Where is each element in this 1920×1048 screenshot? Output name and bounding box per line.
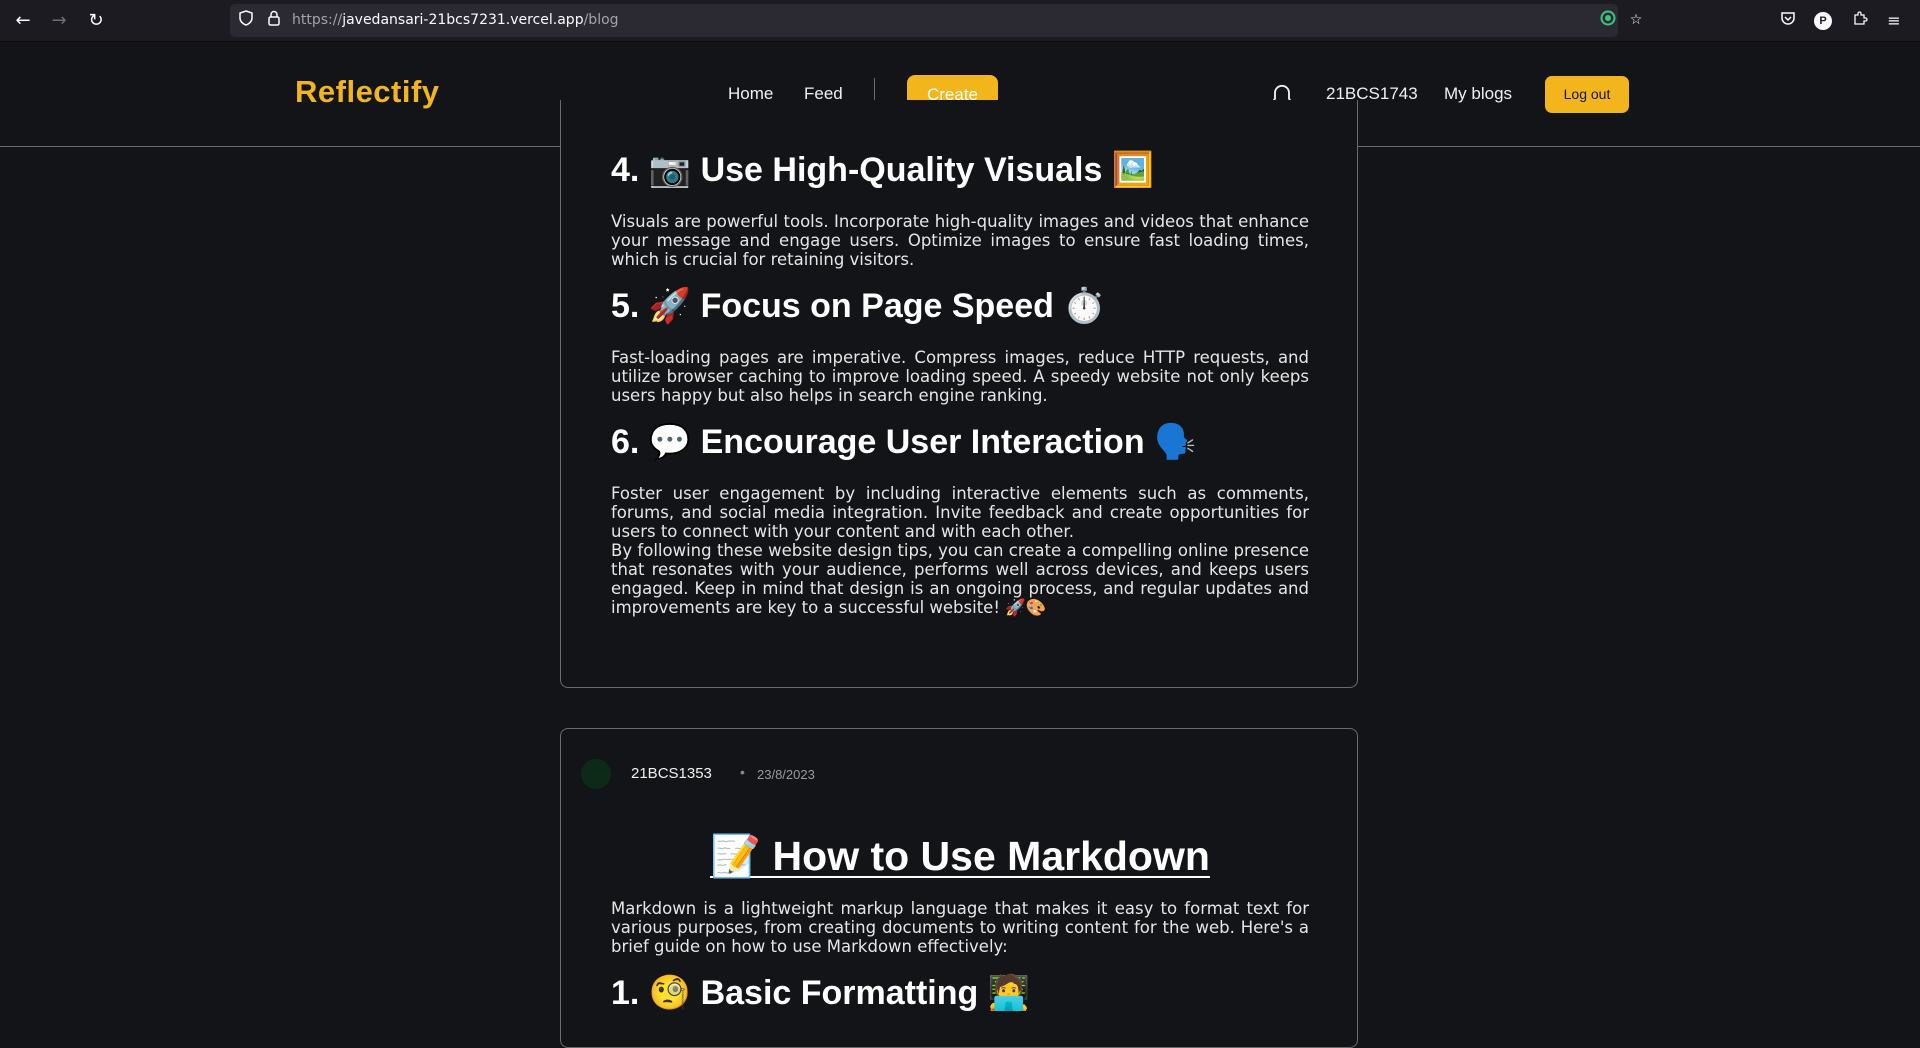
site-logo[interactable]: Reflectify xyxy=(295,74,440,110)
bookmark-star-icon[interactable]: ☆ xyxy=(1626,10,1646,30)
url-scheme: https:// xyxy=(292,12,343,28)
closing-paragraph: By following these website design tips, … xyxy=(611,541,1309,617)
section-body: Foster user engagement by including inte… xyxy=(611,484,1309,541)
section-heading: 1. 🧐 Basic Formatting 🧑‍💻 xyxy=(611,974,1031,1012)
reload-icon[interactable]: ↻ xyxy=(84,9,108,33)
author-avatar xyxy=(581,759,611,789)
logout-button[interactable]: Log out xyxy=(1545,76,1629,113)
pocket-icon[interactable] xyxy=(1776,9,1800,33)
browser-toolbar: ← → ↻ https://javedansari-21bcs7231.verc… xyxy=(0,0,1920,42)
section-body: Fast-loading pages are imperative. Compr… xyxy=(611,348,1309,405)
shield-icon[interactable] xyxy=(236,10,256,30)
post-intro: Markdown is a lightweight markup languag… xyxy=(611,899,1309,956)
post-title-text[interactable]: 📝 How to Use Markdown xyxy=(710,833,1210,879)
address-bar[interactable]: https://javedansari-21bcs7231.vercel.app… xyxy=(230,4,1642,37)
forward-icon[interactable]: → xyxy=(47,9,71,33)
extension-icon[interactable] xyxy=(1598,10,1618,30)
url-host: javedansari-21bcs7231.vercel.app xyxy=(342,12,584,28)
section-heading: 5. 🚀 Focus on Page Speed ⏱️ xyxy=(611,287,1106,325)
section-heading: 6. 💬 Encourage User Interaction 🗣️ xyxy=(611,423,1197,461)
post-date: 23/8/2023 xyxy=(757,767,815,782)
meta-separator: • xyxy=(740,764,745,780)
section-body: Visuals are powerful tools. Incorporate … xyxy=(611,212,1309,269)
blog-post-card: 21BCS1353 • 23/8/2023 📝 How to Use Markd… xyxy=(560,728,1358,1048)
profile-icon[interactable]: P xyxy=(1814,12,1832,30)
section-heading: 4. 📷 Use High-Quality Visuals 🖼️ xyxy=(611,151,1155,189)
my-blogs-link[interactable]: My blogs xyxy=(1444,84,1512,104)
back-icon[interactable]: ← xyxy=(11,9,35,33)
post-title[interactable]: 📝 How to Use Markdown xyxy=(561,833,1359,881)
url-path: /blog xyxy=(583,12,619,28)
url-text[interactable]: https://javedansari-21bcs7231.vercel.app… xyxy=(292,12,619,28)
blog-post-card: 4. 📷 Use High-Quality Visuals 🖼️ Visuals… xyxy=(560,100,1358,688)
menu-icon[interactable]: ≡ xyxy=(1882,9,1906,33)
extensions-icon[interactable] xyxy=(1848,9,1872,33)
lock-icon[interactable] xyxy=(264,10,284,30)
author-name[interactable]: 21BCS1353 xyxy=(631,765,712,782)
